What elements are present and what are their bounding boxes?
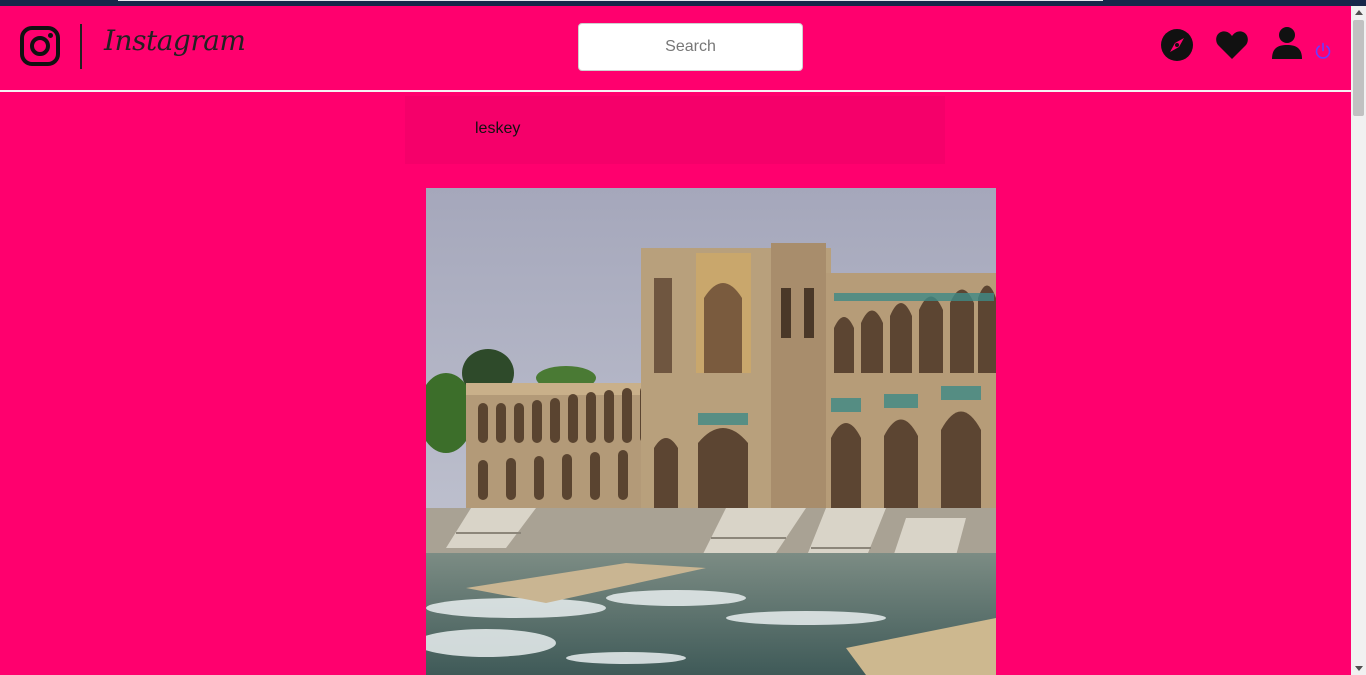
power-icon[interactable] bbox=[1314, 42, 1332, 60]
logo-divider bbox=[80, 24, 82, 69]
scroll-up-arrow[interactable] bbox=[1355, 10, 1363, 15]
instagram-wordmark[interactable]: Instagram bbox=[104, 24, 246, 57]
bridge-photo bbox=[426, 188, 996, 675]
scroll-down-arrow[interactable] bbox=[1355, 666, 1363, 671]
post-header: leskey bbox=[405, 96, 945, 164]
post-username[interactable]: leskey bbox=[475, 120, 520, 138]
search-input[interactable] bbox=[578, 23, 803, 71]
scroll-thumb[interactable] bbox=[1353, 20, 1364, 116]
compass-icon[interactable] bbox=[1160, 28, 1194, 62]
user-icon[interactable] bbox=[1270, 26, 1304, 60]
post-image[interactable] bbox=[426, 188, 996, 675]
page-scrollbar[interactable] bbox=[1351, 6, 1366, 675]
instagram-logo-icon[interactable] bbox=[20, 26, 60, 66]
top-navbar: Instagram bbox=[0, 6, 1351, 92]
heart-icon[interactable] bbox=[1215, 28, 1249, 62]
